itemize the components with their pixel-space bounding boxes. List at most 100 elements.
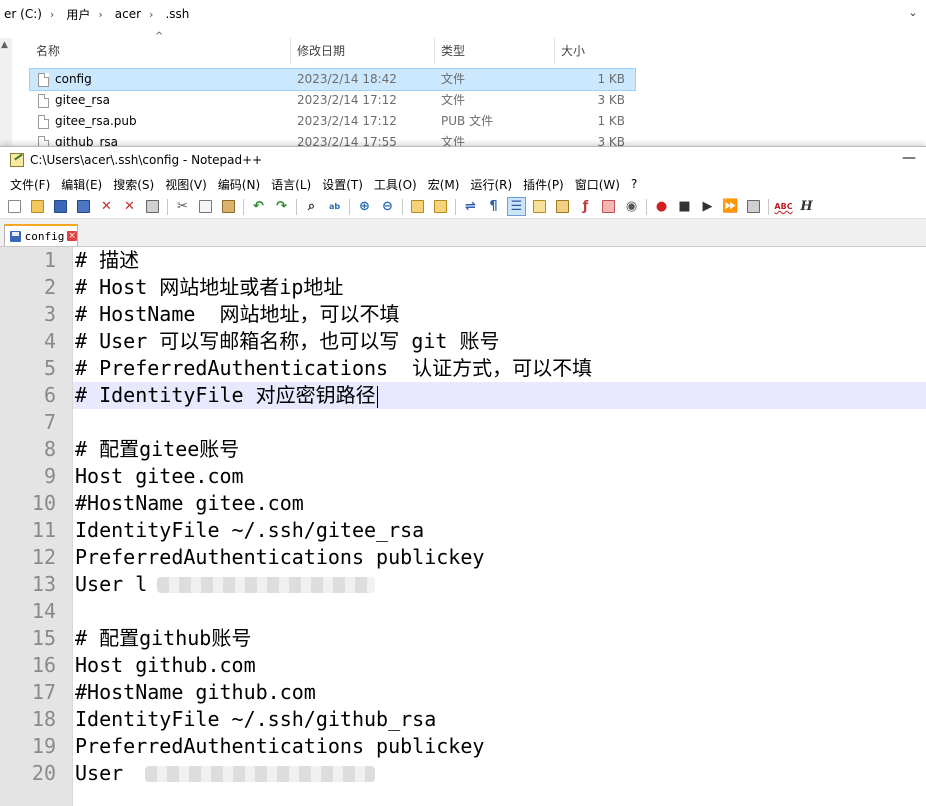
spell-check-icon[interactable]: ABC: [774, 198, 792, 215]
menu-run[interactable]: 运行(R): [470, 176, 512, 193]
play-multiple-icon[interactable]: ⏩: [722, 198, 739, 215]
toolbar-separator: [349, 198, 350, 215]
code-line[interactable]: 20 User: [32, 760, 926, 787]
open-file-icon[interactable]: [29, 198, 46, 215]
save-macro-icon[interactable]: [745, 198, 762, 215]
show-all-chars-icon[interactable]: ¶: [485, 198, 502, 215]
code-line[interactable]: 3 # HostName 网站地址，可以不填: [44, 301, 926, 328]
save-icon: [10, 230, 21, 242]
menu-view[interactable]: 视图(V): [165, 176, 207, 193]
menu-window[interactable]: 窗口(W): [575, 176, 620, 193]
copy-icon[interactable]: [197, 198, 214, 215]
record-macro-icon[interactable]: ●: [653, 198, 670, 215]
word-wrap-icon[interactable]: ⇌: [462, 198, 479, 215]
code-line[interactable]: 4 # User 可以写邮箱名称，也可以写 git 账号: [44, 328, 926, 355]
user-define-lang-icon[interactable]: [531, 198, 548, 215]
menu-file[interactable]: 文件(F): [10, 176, 50, 193]
find-icon[interactable]: ⌕: [303, 198, 320, 215]
code-line[interactable]: 2 # Host 网站地址或者ip地址: [44, 274, 926, 301]
sync-vertical-icon[interactable]: [409, 198, 426, 215]
column-headers: 名称 修改日期 类型 大小: [30, 38, 635, 64]
menu-edit[interactable]: 编辑(E): [61, 176, 102, 193]
breadcrumb-ssh[interactable]: .ssh: [165, 7, 189, 21]
scroll-up-icon[interactable]: ▲: [1, 40, 8, 50]
code-line[interactable]: 8 # 配置gitee账号: [44, 436, 926, 463]
menu-plugins[interactable]: 插件(P): [523, 176, 564, 193]
tab-label: config: [24, 229, 65, 243]
stop-record-icon[interactable]: ■: [676, 198, 693, 215]
redo-icon[interactable]: ↷: [273, 198, 290, 215]
menu-search[interactable]: 搜索(S): [113, 176, 154, 193]
code-text: User: [75, 761, 136, 785]
code-line[interactable]: 6 # IdentityFile 对应密钥路径: [44, 382, 926, 409]
column-header-name[interactable]: 名称: [30, 38, 291, 64]
code-line[interactable]: 13 User l: [32, 571, 926, 598]
file-row-config[interactable]: config 2023/2/14 18:42 文件 1 KB: [29, 68, 636, 91]
breadcrumb-acer[interactable]: acer: [115, 7, 141, 21]
doc-map-icon[interactable]: [554, 198, 571, 215]
cut-icon[interactable]: ✂: [174, 198, 191, 215]
sync-horizontal-icon[interactable]: [432, 198, 449, 215]
scrollbar[interactable]: ▲: [0, 38, 12, 150]
save-all-icon[interactable]: [75, 198, 92, 215]
line-number: 1: [43, 248, 56, 272]
code-line[interactable]: 15 # 配置github账号: [32, 625, 926, 652]
close-icon[interactable]: ✕: [98, 198, 115, 215]
file-row-gitee-rsa[interactable]: gitee_rsa 2023/2/14 17:12 文件 3 KB: [30, 90, 635, 111]
replace-icon[interactable]: ab: [326, 198, 343, 215]
breadcrumb-drive[interactable]: er (C:): [4, 7, 42, 21]
menu-encoding[interactable]: 编码(N): [218, 176, 260, 193]
monitor-icon[interactable]: ◉: [623, 198, 640, 215]
code-lines: 1 # 描述 2 # Host 网站地址或者ip地址 3 # HostName 网站地址，…: [32, 247, 926, 787]
code-line[interactable]: 5 # PreferredAuthentications 认证方式，可以不填: [44, 355, 926, 382]
column-header-size[interactable]: 大小: [555, 38, 635, 64]
code-editor[interactable]: 1 # 描述 2 # Host 网站地址或者ip地址 3 # HostName 网站地址，…: [0, 247, 926, 806]
code-line[interactable]: 9 Host gitee.com: [44, 463, 926, 490]
code-line[interactable]: 10 #HostName gitee.com: [32, 490, 926, 517]
chevron-down-icon[interactable]: ⌄: [906, 6, 920, 20]
menu-settings[interactable]: 设置(T): [322, 176, 363, 193]
print-icon[interactable]: [144, 198, 161, 215]
code-line[interactable]: 11 IdentityFile ~/.ssh/gitee_rsa: [32, 517, 926, 544]
line-number: 4: [43, 329, 56, 353]
code-line[interactable]: 12 PreferredAuthentications publickey: [32, 544, 926, 571]
menu-macro[interactable]: 宏(M): [428, 176, 460, 193]
code-line[interactable]: 18 IdentityFile ~/.ssh/github_rsa: [32, 706, 926, 733]
play-macro-icon[interactable]: ▶: [699, 198, 716, 215]
close-all-icon[interactable]: ✕: [121, 198, 138, 215]
code-line[interactable]: 19 PreferredAuthentications publickey: [32, 733, 926, 760]
breadcrumb-users[interactable]: 用户: [66, 6, 90, 23]
notepad-plus-plus-window: C:\Users\acer\.ssh\config - Notepad++ — …: [0, 146, 926, 806]
menu-language[interactable]: 语言(L): [271, 176, 311, 193]
column-header-date[interactable]: 修改日期: [291, 38, 435, 64]
code-line[interactable]: 14: [32, 598, 926, 625]
menu-help[interactable]: ?: [631, 177, 637, 191]
code-line[interactable]: 1 # 描述: [44, 247, 926, 274]
code-line[interactable]: 16 Host github.com: [32, 652, 926, 679]
window-title: C:\Users\acer\.ssh\config - Notepad++: [30, 153, 263, 167]
file-row-gitee-rsa-pub[interactable]: gitee_rsa.pub 2023/2/14 17:12 PUB 文件 1 K…: [30, 111, 635, 132]
file-icon: [38, 72, 49, 87]
code-line[interactable]: 7: [44, 409, 926, 436]
new-file-icon[interactable]: [6, 198, 23, 215]
save-icon[interactable]: [52, 198, 69, 215]
column-header-type[interactable]: 类型: [435, 38, 555, 64]
file-list: config 2023/2/14 18:42 文件 1 KB gitee_rsa…: [29, 68, 636, 153]
minimize-button[interactable]: —: [900, 151, 918, 169]
tab-config[interactable]: config ×: [4, 224, 78, 246]
zoom-out-icon[interactable]: ⊖: [379, 198, 396, 215]
close-icon[interactable]: ×: [67, 231, 77, 241]
indent-guide-icon[interactable]: ☰: [507, 197, 526, 216]
function-list-icon[interactable]: ƒ: [577, 198, 594, 215]
zoom-in-icon[interactable]: ⊕: [356, 198, 373, 215]
paste-icon[interactable]: [220, 198, 237, 215]
menu-tools[interactable]: 工具(O): [374, 176, 417, 193]
title-bar[interactable]: C:\Users\acer\.ssh\config - Notepad++ —: [0, 147, 926, 173]
html-tag-icon[interactable]: H: [798, 198, 815, 215]
code-line[interactable]: 17 #HostName github.com: [32, 679, 926, 706]
undo-icon[interactable]: ↶: [250, 198, 267, 215]
code-text: Host github.com: [75, 653, 256, 677]
folder-as-workspace-icon[interactable]: [600, 198, 617, 215]
line-number: 15: [31, 626, 56, 650]
code-text: #HostName github.com: [75, 680, 316, 704]
